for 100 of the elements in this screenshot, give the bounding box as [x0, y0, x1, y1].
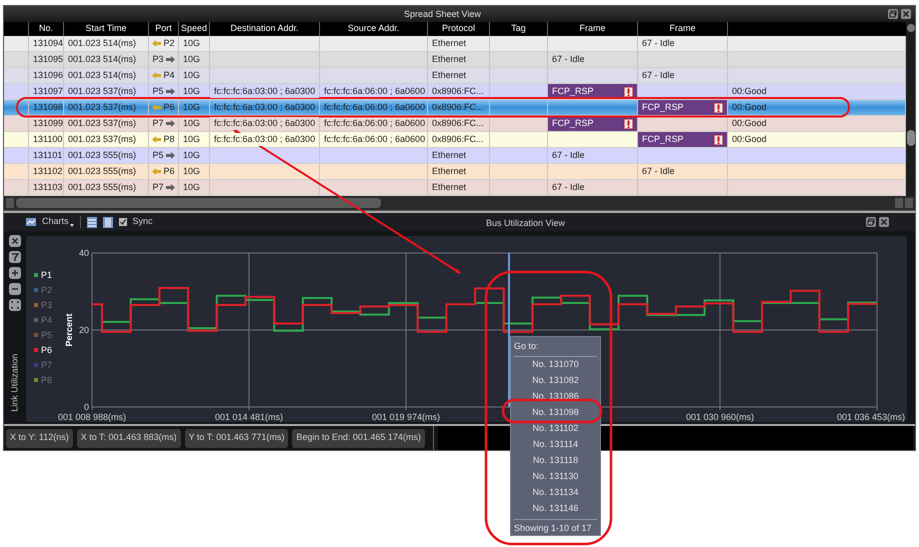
- legend-label[interactable]: P1: [41, 270, 52, 280]
- port-label: P3: [152, 52, 164, 66]
- frame-label: 67 - Idle: [551, 148, 586, 162]
- side-label: Link Utilization: [8, 354, 20, 412]
- table-cell-text: 001.023 537(ms): [67, 84, 138, 98]
- port-label: P5: [152, 148, 164, 162]
- table-cell-text: 0x8906:FC...: [431, 84, 485, 98]
- table-cell-text: 001.023 514(ms): [67, 68, 138, 82]
- table-cell-text: Ethernet: [431, 36, 468, 50]
- row-number: 131098: [32, 100, 63, 114]
- row-number: 131097: [32, 84, 63, 98]
- port-label: P7: [152, 116, 164, 130]
- menu-title: Go to:: [514, 340, 540, 353]
- table-cell-text: fc:fc:fc:6a:06:00 ; 6a0600: [323, 100, 426, 114]
- axis-tick-label: 001 014 481(ms): [214, 412, 284, 422]
- menu-item[interactable]: No. 131130: [514, 468, 597, 485]
- menu-item[interactable]: No. 131086: [514, 388, 597, 404]
- row-number: 131102: [32, 164, 63, 178]
- table-cell-text: fc:fc:fc:6a:06:00 ; 6a0600: [323, 84, 426, 98]
- menu-item[interactable]: No. 131118: [514, 452, 597, 469]
- charts-menu[interactable]: Charts: [42, 215, 69, 229]
- port-label: P2: [163, 36, 174, 50]
- row-number: 131099: [32, 116, 63, 130]
- table-cell-text: 10G: [182, 132, 202, 146]
- table-row[interactable]: 131098 001.023 537(ms) P6 10G fc:fc:fc:6a:03:00 ; 6a0300 fc:fc:fc:6a:06:00 ; 6a0600 0x8906:FC... FCP_RSP 00:Good: [4, 100, 906, 116]
- table-cell-text: 001.023 555(ms): [67, 164, 138, 178]
- frame-label: 67 - Idle: [641, 164, 676, 178]
- row-number: 131101: [32, 148, 63, 162]
- menu-item[interactable]: No. 131082: [514, 372, 597, 388]
- port-label: P4: [163, 68, 174, 82]
- sync-label: Sync: [132, 215, 153, 228]
- axis-tick-label: 001 019 974(ms): [372, 412, 440, 422]
- port-label: P5: [152, 84, 164, 98]
- row-number: 131094: [32, 36, 63, 50]
- table-cell-text: 00:Good: [731, 100, 768, 114]
- table-row[interactable]: 131103 001.023 555(ms) P7 10G Ethernet 67 - Idle: [4, 180, 906, 196]
- menu-item[interactable]: No. 131098: [514, 404, 597, 420]
- table-cell-text: Ethernet: [431, 180, 468, 194]
- table-cell-text: 10G: [182, 148, 202, 162]
- axis-tick-label: 001 030 960(ms): [686, 412, 754, 422]
- table-cell-text: Ethernet: [431, 164, 468, 178]
- frame-label: 67 - Idle: [551, 52, 586, 66]
- measurement-button[interactable]: Begin to End: 001.465 174(ms): [292, 428, 425, 448]
- legend-label[interactable]: P6: [41, 345, 52, 355]
- table-row[interactable]: 131096 001.023 514(ms) P4 10G Ethernet 67 - Idle: [4, 68, 906, 84]
- measurement-button[interactable]: X to Y: 112(ns): [6, 428, 73, 448]
- axis-tick-label: 0: [84, 402, 89, 412]
- axis-tick-label: 40: [78, 248, 89, 258]
- axis-tick-label: 20: [78, 325, 89, 335]
- table-cell: fc:fc:fc:6a:03:00 ; 6a0300: [210, 84, 319, 98]
- menu-item[interactable]: No. 131146: [514, 500, 597, 517]
- axis-tick-label: 001 008 988(ms): [58, 412, 126, 422]
- table-cell-text: 10G: [182, 84, 202, 98]
- table-cell-text: 001.023 555(ms): [67, 148, 138, 162]
- table-cell-text: 10G: [182, 164, 202, 178]
- table-cell-text: fc:fc:fc:6a:03:00 ; 6a0300: [213, 100, 316, 114]
- table-cell-text: 10G: [182, 116, 202, 130]
- table-cell-text: 10G: [182, 100, 202, 114]
- measurement-button[interactable]: Y to T: 001.463 771(ms): [184, 428, 288, 448]
- frame-label: 67 - Idle: [551, 180, 586, 194]
- table-cell-text: 001.023 555(ms): [67, 180, 138, 194]
- row-number: 131096: [32, 68, 63, 82]
- table-cell-text: 001.023 537(ms): [67, 132, 138, 146]
- table-cell-text: 00:Good: [731, 132, 768, 146]
- table-cell-text: 001.023 537(ms): [67, 100, 138, 114]
- table-row[interactable]: 131094 001.023 514(ms) P2 10G Ethernet 67 - Idle: [4, 36, 906, 52]
- panel-title: Bus Utilization View: [486, 217, 565, 230]
- table-row[interactable]: 131102 001.023 555(ms) P6 10G Ethernet 67 - Idle: [4, 164, 906, 180]
- menu-item[interactable]: No. 131102: [514, 420, 597, 436]
- frame-label: FCP_RSP: [552, 84, 594, 98]
- table-row[interactable]: 131095 001.023 514(ms) P3 10G Ethernet 67 - Idle: [4, 52, 906, 68]
- table-cell-text: 0x8906:FC...: [431, 132, 485, 146]
- table-cell-text: 10G: [182, 52, 202, 66]
- port-label: P8: [163, 132, 174, 146]
- menu-item[interactable]: No. 131114: [514, 436, 597, 453]
- table-cell-text: Ethernet: [431, 148, 468, 162]
- table-cell-text: 10G: [182, 180, 202, 194]
- menu-item[interactable]: No. 131134: [514, 484, 597, 501]
- table-cell: fc:fc:fc:6a:03:00 ; 6a0300: [210, 116, 319, 130]
- table-cell-text: Ethernet: [431, 68, 468, 82]
- table-cell-text: 0x8906:FC...: [431, 100, 485, 114]
- window-title: Spread Sheet View: [404, 8, 481, 21]
- menu-footer: Showing 1-10 of 17: [514, 520, 597, 535]
- frame-label: FCP_RSP: [642, 100, 684, 114]
- table-cell-text: 001.023 537(ms): [67, 116, 138, 130]
- measurement-button[interactable]: X to T: 001.463 883(ms): [76, 428, 181, 448]
- menu-item[interactable]: No. 131070: [514, 356, 597, 372]
- axis-title: Percent: [64, 313, 74, 347]
- port-label: P7: [152, 180, 164, 194]
- table-row[interactable]: 131101 001.023 555(ms) P5 10G Ethernet 67 - Idle: [4, 148, 906, 164]
- frame-label: 67 - Idle: [641, 68, 676, 82]
- frame-label: FCP_RSP: [642, 132, 684, 146]
- row-number: 131103: [32, 180, 63, 194]
- table-row[interactable]: 131100 001.023 537(ms) P8 10G fc:fc:fc:6a:03:00 ; 6a0300 fc:fc:fc:6a:06:00 ; 6a0600 0x8906:FC... FCP_RSP 00:Good: [4, 132, 906, 148]
- port-label: P6: [163, 164, 174, 178]
- axis-tick-label: 001 036 453(ms): [836, 412, 905, 422]
- table-cell-text: fc:fc:fc:6a:06:00 ; 6a0600: [323, 132, 426, 146]
- table-cell-text: 0x8906:FC...: [431, 116, 485, 130]
- table-cell-text: 001.023 514(ms): [67, 52, 138, 66]
- frame-label: FCP_RSP: [552, 116, 594, 130]
